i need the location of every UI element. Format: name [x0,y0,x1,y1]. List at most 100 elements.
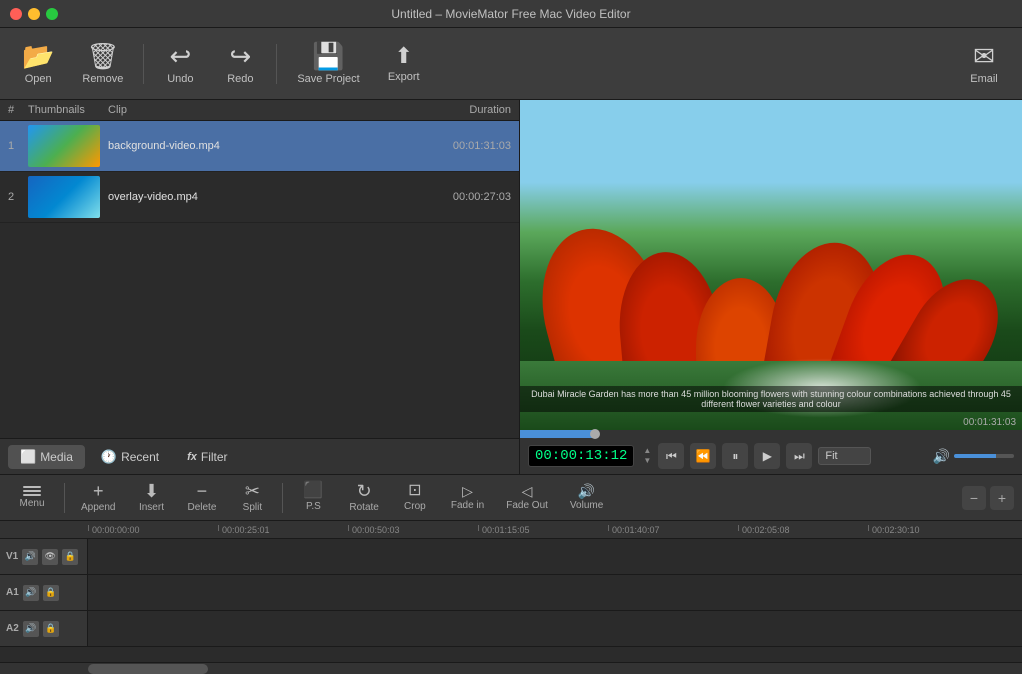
track-label-a2: A2 🔊 🔒 [0,611,88,646]
ruler-mark-2: 00:00:50:03 [348,525,478,535]
timecode-down[interactable]: ▼ [642,456,652,466]
zoom-out-button[interactable]: − [962,486,986,510]
fade-out-button[interactable]: ◁ Fade Out [498,481,556,514]
clip-num-2: 2 [8,191,28,203]
progress-handle[interactable] [590,429,600,439]
tl-separator-1 [64,483,65,513]
track-v1-name: V1 [6,551,18,562]
save-label: Save Project [297,73,359,85]
clip-duration-2: 00:00:27:03 [391,191,511,203]
timeline-scrollbar[interactable] [0,662,1022,674]
timecode-display[interactable]: 00:00:13:12 [528,445,634,467]
maximize-button[interactable] [46,8,58,20]
pause-button[interactable]: ⏸ [722,443,748,469]
email-icon: ✉ [973,43,995,69]
volume-button[interactable]: 🔊 Volume [562,481,611,514]
track-lock-a2[interactable]: 🔒 [43,621,59,637]
ps-label: P.S [306,501,321,512]
timeline-toolbar: Menu + Append ⬇ Insert − Delete ✂ Split … [0,475,1022,521]
skip-to-start-button[interactable]: ⏮ [658,443,684,469]
clip-name-1: background-video.mp4 [108,140,391,152]
progress-fill [520,430,595,438]
save-icon: 💾 [312,43,344,69]
close-button[interactable] [10,8,22,20]
split-icon: ✂ [245,482,260,500]
volume-slider[interactable] [954,454,1014,458]
preview-panel: Dubai Miracle Garden has more than 45 mi… [520,100,1022,474]
tab-media[interactable]: ⬜ Media [8,445,85,469]
filter-tab-icon: fx [187,451,197,463]
append-button[interactable]: + Append [73,479,123,516]
clip-thumbnail-2 [28,176,100,218]
recent-tab-icon: 🕐 [101,449,117,465]
remove-label: Remove [82,73,123,85]
track-content-a1[interactable] [88,575,1022,610]
menu-label: Menu [19,498,44,509]
insert-button[interactable]: ⬇ Insert [129,479,173,516]
transport-controls: 00:00:13:12 ▲ ▼ ⏮ ⏪ ⏸ ▶ ⏭ Fit 50% 75% 10… [520,438,1022,474]
tab-filter[interactable]: fx Filter [175,446,239,468]
minimize-button[interactable] [28,8,40,20]
track-v1: V1 🔊 👁 🔒 [0,539,1022,575]
tl-separator-2 [282,483,283,513]
hamburger-line-1 [23,486,41,488]
track-eye-v1[interactable]: 👁 [42,549,58,565]
timeline-area: Menu + Append ⬇ Insert − Delete ✂ Split … [0,474,1022,674]
fit-select[interactable]: Fit 50% 75% 100% [818,447,871,465]
progress-bar[interactable] [520,430,1022,438]
open-button[interactable]: 📂 Open [10,37,66,91]
clip-list-header: # Thumbnails Clip Duration [0,100,519,121]
crop-button[interactable]: ⊡ Crop [393,480,437,515]
tab-recent[interactable]: 🕐 Recent [89,445,171,469]
clip-num-1: 1 [8,140,28,152]
scrollbar-thumb[interactable] [88,664,208,674]
col-duration: Duration [391,104,511,116]
fade-in-button[interactable]: ▷ Fade in [443,481,492,514]
split-button[interactable]: ✂ Split [230,479,274,516]
ruler-mark-5: 00:02:05:08 [738,525,868,535]
undo-button[interactable]: ↩ Undo [152,37,208,91]
track-lock-a1[interactable]: 🔒 [43,585,59,601]
track-speaker-v1[interactable]: 🔊 [22,549,38,565]
track-label-v1: V1 🔊 👁 🔒 [0,539,88,574]
remove-button[interactable]: 🗑 Remove [70,37,135,91]
export-button[interactable]: ⬆ Export [376,39,432,89]
volume-icon: 🔊 [933,448,950,465]
recent-tab-label: Recent [121,450,159,464]
ruler-mark-0: 00:00:00:00 [88,525,218,535]
clip-row[interactable]: 2 overlay-video.mp4 00:00:27:03 [0,172,519,223]
delete-button[interactable]: − Delete [179,479,224,516]
timecode-up[interactable]: ▲ [642,446,652,456]
timeline-tracks: V1 🔊 👁 🔒 A1 🔊 🔒 A2 🔊 🔒 [0,539,1022,662]
ps-button[interactable]: ⬛ P.S [291,480,335,515]
skip-to-end-button[interactable]: ⏭ [786,443,812,469]
fade-in-icon: ▷ [462,484,473,498]
track-content-a2[interactable] [88,611,1022,646]
track-lock-v1[interactable]: 🔒 [62,549,78,565]
export-icon: ⬆ [395,45,413,67]
zoom-in-button[interactable]: + [990,486,1014,510]
fade-in-label: Fade in [451,500,484,511]
undo-icon: ↩ [169,43,191,69]
redo-button[interactable]: ↪ Redo [212,37,268,91]
play-button[interactable]: ▶ [754,443,780,469]
timecode-stepper: ▲ ▼ [642,446,652,466]
save-project-button[interactable]: 💾 Save Project [285,37,371,91]
track-speaker-a2[interactable]: 🔊 [23,621,39,637]
menu-button[interactable]: Menu [8,483,56,512]
clip-name-2: overlay-video.mp4 [108,191,391,203]
append-label: Append [81,502,115,513]
rotate-button[interactable]: ↻ Rotate [341,479,386,516]
clip-list: 1 background-video.mp4 00:01:31:03 2 ove… [0,121,519,438]
video-preview[interactable]: Dubai Miracle Garden has more than 45 mi… [520,100,1022,430]
track-speaker-a1[interactable]: 🔊 [23,585,39,601]
clip-row[interactable]: 1 background-video.mp4 00:01:31:03 [0,121,519,172]
insert-icon: ⬇ [144,482,159,500]
rewind-button[interactable]: ⏪ [690,443,716,469]
email-label: Email [970,73,998,85]
clip-thumbnail-1 [28,125,100,167]
email-button[interactable]: ✉ Email [956,37,1012,91]
track-content-v1[interactable] [88,539,1022,574]
window-controls [10,8,58,20]
media-tab-icon: ⬜ [20,449,36,465]
